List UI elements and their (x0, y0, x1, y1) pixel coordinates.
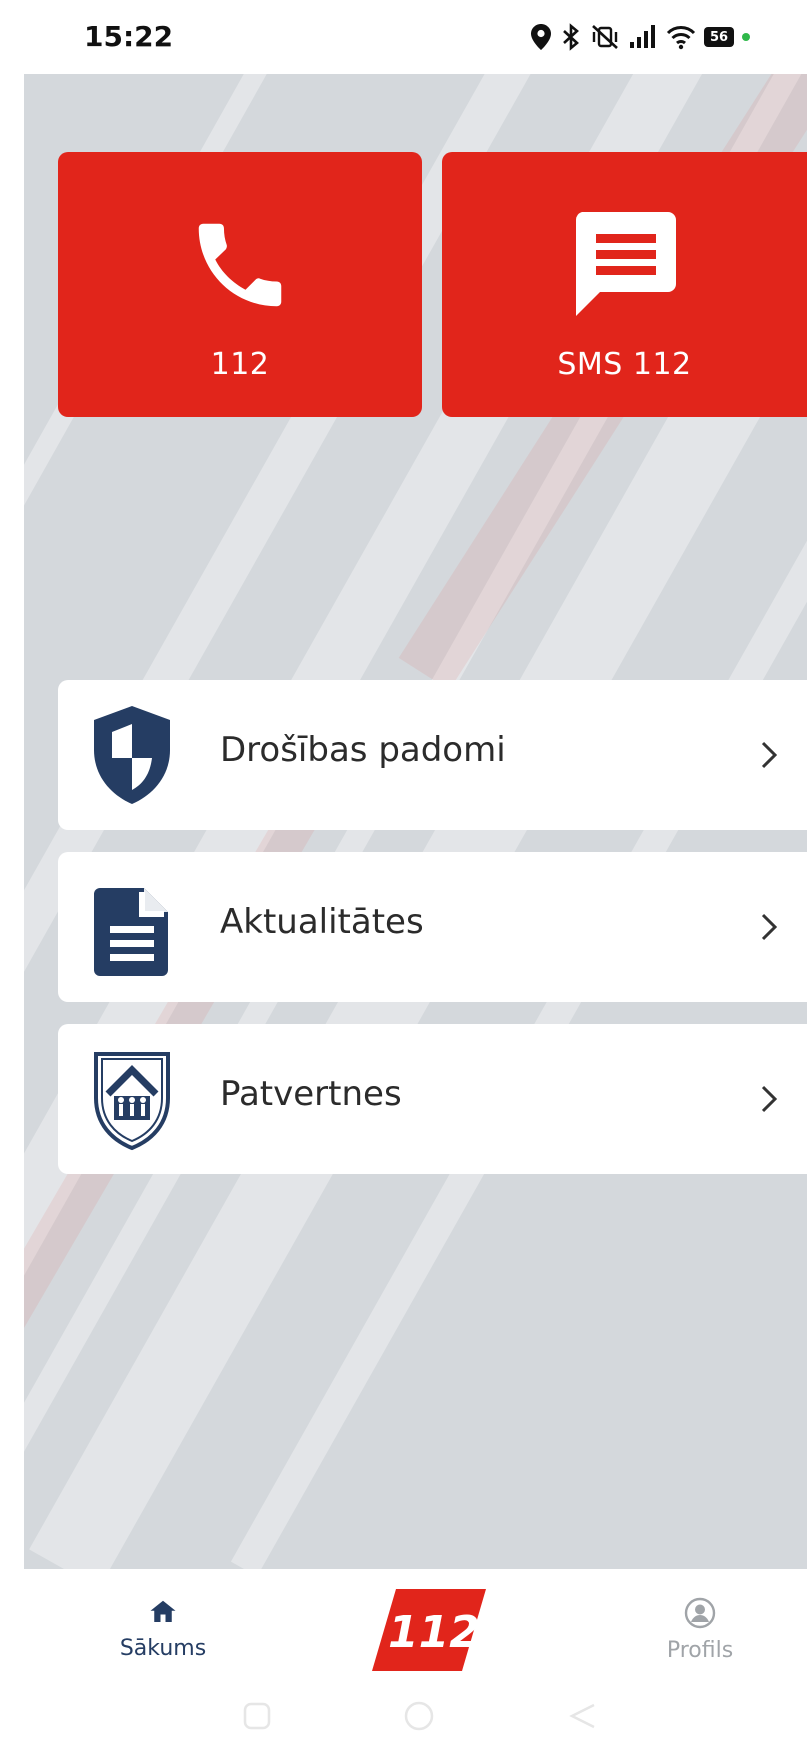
status-time: 15:22 (84, 20, 174, 53)
status-bar: 15:22 56 (0, 0, 807, 74)
shelter-icon (94, 1052, 170, 1151)
phone-icon (198, 223, 282, 307)
bottom-navigation: Sākums 112 Profils (0, 1569, 807, 1679)
wifi-icon (666, 26, 696, 50)
nav-home-label: Sākums (119, 1636, 207, 1661)
call-112-label: 112 (210, 347, 270, 382)
menu-item-label: Patvertnes (220, 1074, 402, 1114)
home-screen: 112 SMS 112 Drošības padomi Aktualitātes… (24, 74, 807, 1569)
home-button-icon[interactable] (402, 1699, 436, 1733)
logo-112[interactable]: 112 (370, 1585, 488, 1675)
location-icon (531, 24, 551, 50)
sms-112-button[interactable]: SMS 112 (442, 152, 807, 417)
menu-item-label: Drošības padomi (220, 730, 506, 770)
message-icon (575, 212, 676, 316)
menu-item-safety-tips[interactable]: Drošības padomi (58, 680, 807, 830)
recent-apps-icon[interactable] (240, 1699, 274, 1733)
system-navigation-bar (0, 1679, 807, 1759)
document-icon (94, 888, 168, 976)
chevron-right-icon (761, 1085, 778, 1113)
profile-icon (684, 1597, 716, 1629)
nav-profile-tab[interactable]: Profils (650, 1597, 750, 1663)
back-icon[interactable] (566, 1699, 600, 1733)
nav-home-tab[interactable]: Sākums (108, 1597, 218, 1661)
chevron-right-icon (761, 741, 778, 769)
battery-icon: 56 (704, 27, 734, 47)
status-icons: 56 (530, 20, 750, 54)
menu-item-news[interactable]: Aktualitātes (58, 852, 807, 1002)
menu-item-label: Aktualitātes (220, 902, 424, 942)
chevron-right-icon (761, 913, 778, 941)
menu-item-shelters[interactable]: Patvertnes (58, 1024, 807, 1174)
nav-profile-label: Profils (666, 1638, 734, 1663)
signal-icon (630, 25, 655, 48)
vibrate-off-icon (592, 25, 618, 49)
notification-dot (742, 33, 750, 41)
call-112-button[interactable]: 112 (58, 152, 422, 417)
bluetooth-icon (563, 23, 579, 51)
logo-text: 112 (388, 1607, 480, 1658)
sms-112-label: SMS 112 (557, 347, 692, 382)
shield-icon (94, 706, 170, 804)
home-icon (150, 1600, 176, 1622)
